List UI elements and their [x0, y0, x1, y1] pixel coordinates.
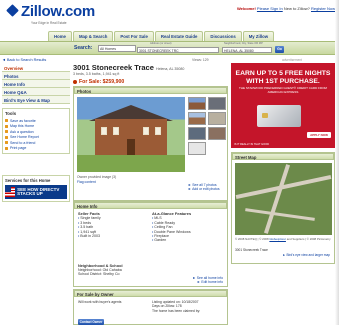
zillow-logo[interactable]: Zillow.com	[6, 3, 95, 20]
home-info-section: Home Info Seller Facts Single family 3 b…	[73, 201, 228, 287]
birds-eye-link[interactable]: ► Bird's eye view and larger map	[282, 253, 330, 257]
map-icon	[5, 124, 8, 128]
tab-post-for-sale[interactable]: Post For Sale	[114, 31, 154, 41]
sign-in-link[interactable]: Please Sign In	[257, 6, 283, 11]
home-info-header: Home Info	[74, 202, 227, 209]
torn-edge	[335, 0, 339, 325]
window	[155, 127, 161, 135]
address-input[interactable]: 3001 STONECREEK TRC	[137, 47, 219, 53]
tab-discussions[interactable]: Discussions	[204, 31, 242, 41]
fact-item: Built in 2003	[78, 234, 101, 238]
photos-header: Photos	[74, 87, 227, 94]
register-link[interactable]: Register Now	[311, 6, 335, 11]
listing-details: Listing updated on: 10/18/2007 Days on Z…	[152, 300, 201, 313]
tab-map-search[interactable]: Map & Search	[72, 31, 114, 41]
sidebar-item-home-info[interactable]: Home Info	[2, 80, 70, 88]
aerial-map[interactable]	[235, 163, 332, 235]
map-header: Street Map	[232, 153, 334, 160]
welcome-bar: Welcome! Please Sign In New to Zillow? R…	[236, 6, 335, 11]
photo-thumbnail[interactable]	[208, 97, 226, 110]
neighborhood-school: Neighborhood & School Neighborhood: Old …	[78, 263, 123, 277]
edit-info-link[interactable]: ► Edit home info	[193, 280, 223, 284]
photo-caption: Owner provided image (3)	[77, 175, 117, 179]
feature-item: Garden	[152, 238, 191, 242]
photo-thumbnail[interactable]	[188, 142, 206, 155]
globexplorer-link[interactable]: Globexplorer	[269, 237, 286, 241]
home-type-select[interactable]: All Homes	[98, 45, 136, 52]
for-sale-dot-icon	[73, 80, 77, 84]
city-input[interactable]: HELENA, AL 35080	[222, 47, 272, 53]
apply-now-button[interactable]: APPLY NOW	[307, 132, 331, 138]
advertisement-label: advertisement	[282, 58, 303, 62]
tools-panel: Tools Save as favorite Map this Home Ask…	[2, 108, 70, 154]
owner-note: Will work with buyer's agents	[78, 300, 122, 304]
sidebar-item-overview[interactable]: Overview	[2, 64, 70, 72]
city-hint: Neighborhood, City, State OR ZIP	[224, 42, 263, 45]
property-summary: 3 beds, 3.5 baths, 1,941 sq ft	[73, 72, 120, 76]
photo-links: ► See all 7 photos ► Add or edit photos	[188, 183, 220, 191]
window	[101, 127, 107, 135]
print-icon	[5, 146, 8, 150]
report-icon	[5, 135, 8, 139]
email-icon	[5, 141, 8, 145]
go-button[interactable]: Go	[275, 46, 284, 53]
flag-icon	[5, 187, 16, 197]
contact-owner-button[interactable]: Contact Owner	[78, 319, 104, 325]
sale-price: For Sale: $259,900	[73, 79, 124, 85]
main-house-photo[interactable]	[77, 97, 185, 172]
seller-facts: Seller Facts Single family 3 beds 3.5 ba…	[78, 211, 101, 238]
tab-home[interactable]: Home	[48, 31, 72, 41]
sidebar-item-home-qa[interactable]: Home Q&A	[2, 88, 70, 96]
house-logo-icon	[6, 4, 19, 17]
back-to-results-link[interactable]: ◄ Back to Search Results	[2, 58, 46, 62]
search-label: Search:	[74, 45, 93, 51]
map-road	[263, 164, 291, 234]
photos-section: Photos Owner provided image (3) Flag con…	[73, 86, 228, 201]
photo-thumbnail[interactable]	[188, 112, 206, 125]
owner-section: For Sale by Owner Will work with buyer's…	[73, 289, 228, 325]
zillow-property-page: Zillow.com Your Edge in Real Estate Welc…	[0, 0, 339, 325]
photo-thumbnail[interactable]	[208, 127, 226, 140]
starwood-ad[interactable]: EARN UP TO 5 FREE NIGHTS WITH 1ST PURCHA…	[231, 63, 335, 148]
services-title: Services for this Home	[5, 178, 51, 183]
tools-title: Tools	[5, 111, 17, 116]
lawn	[77, 155, 185, 172]
tab-real-estate-guide[interactable]: Real Estate Guide	[154, 31, 204, 41]
flag-content-link[interactable]: Flag content	[77, 180, 96, 184]
ad-headline: EARN UP TO 5 FREE NIGHTS WITH 1ST PURCHA…	[235, 70, 331, 85]
star-icon	[5, 119, 8, 123]
search-bar: Search: All Homes Address (or street) 30…	[0, 41, 339, 55]
services-panel: Services for this Home SEE HOW DIRECTV S…	[2, 175, 70, 202]
photo-thumbnail[interactable]	[188, 97, 206, 110]
window	[113, 127, 119, 135]
ad-footer: IS IT REALLY IN THAT GOOD	[234, 143, 270, 146]
ad-subtext: THE STARWOOD PREFERRED GUEST® CREDIT CAR…	[239, 86, 327, 94]
sidebar-item-photos[interactable]: Photos	[2, 72, 70, 80]
property-title: 3001 Stonecreek Trace Helena, AL 35080	[73, 63, 185, 72]
views-count: Views: 129	[192, 58, 209, 62]
credit-card-image	[257, 105, 301, 127]
print-page-link[interactable]: Print page	[5, 146, 67, 152]
home-info-links: ► See all home info ► Edit home info	[193, 276, 224, 285]
photo-thumbnail[interactable]	[188, 127, 206, 140]
question-icon	[5, 130, 8, 134]
main-nav: Home Map & Search Post For Sale Real Est…	[48, 31, 335, 41]
map-copyright: © 2008 NAVTEQ | © 2008 Globexplorer and …	[235, 237, 331, 241]
directv-ad[interactable]: SEE HOW DIRECTV STACKS UP	[5, 185, 67, 199]
address-hint: Address (or street)	[150, 42, 172, 45]
photo-thumbnail[interactable]	[208, 112, 226, 125]
sidebar-item-birds-eye[interactable]: Bird's Eye View & Map	[2, 96, 70, 104]
photo-thumbnails	[188, 97, 226, 155]
door	[127, 139, 135, 155]
tab-my-zillow[interactable]: My Zillow	[242, 31, 275, 41]
owner-header: For Sale by Owner	[74, 290, 227, 297]
map-address: 3001 Stonecreek Trace	[235, 248, 268, 252]
glance-features: At-a-Glance Features MLS Cable Ready Cei…	[152, 211, 191, 243]
tagline: Your Edge in Real Estate	[31, 21, 67, 25]
side-menu: Overview Photos Home Info Home Q&A Bird'…	[2, 64, 70, 104]
window	[143, 127, 149, 135]
add-edit-photos-link[interactable]: ► Add or edit photos	[188, 187, 220, 191]
street-map-section: Street Map © 2008 NAVTEQ | © 2008 Globex…	[231, 152, 335, 264]
map-road	[245, 208, 315, 221]
